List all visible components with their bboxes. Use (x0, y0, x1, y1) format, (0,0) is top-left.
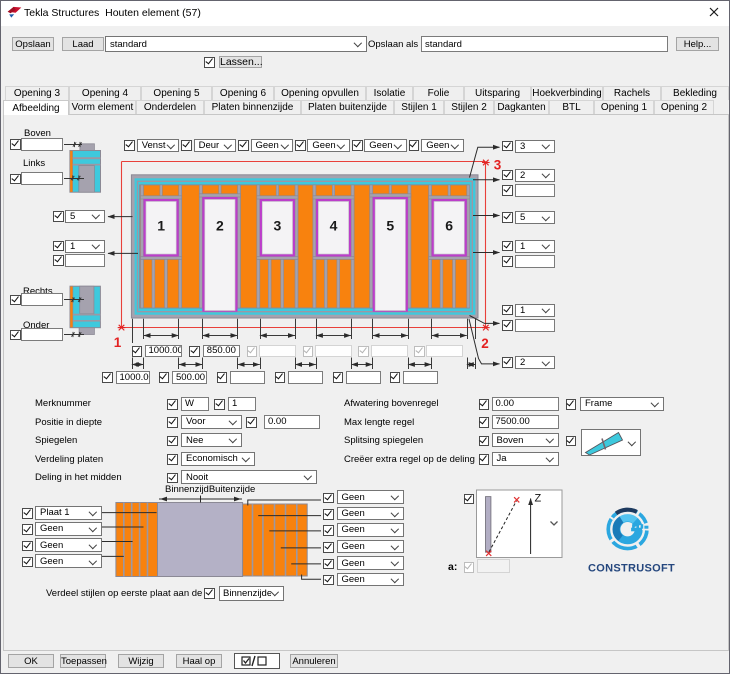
svg-text:3: 3 (494, 158, 502, 173)
svg-text:2: 2 (481, 336, 489, 351)
svg-text:1: 1 (114, 335, 122, 350)
svg-text:3: 3 (274, 218, 282, 234)
svg-text:2: 2 (216, 218, 224, 234)
svg-text:4: 4 (330, 218, 338, 234)
svg-text:Z: Z (535, 493, 542, 505)
svg-text:6: 6 (445, 218, 453, 234)
svg-text:1: 1 (157, 218, 165, 234)
svg-text:CONSTRUSOFT: CONSTRUSOFT (588, 563, 675, 575)
svg-text:5: 5 (386, 218, 394, 234)
